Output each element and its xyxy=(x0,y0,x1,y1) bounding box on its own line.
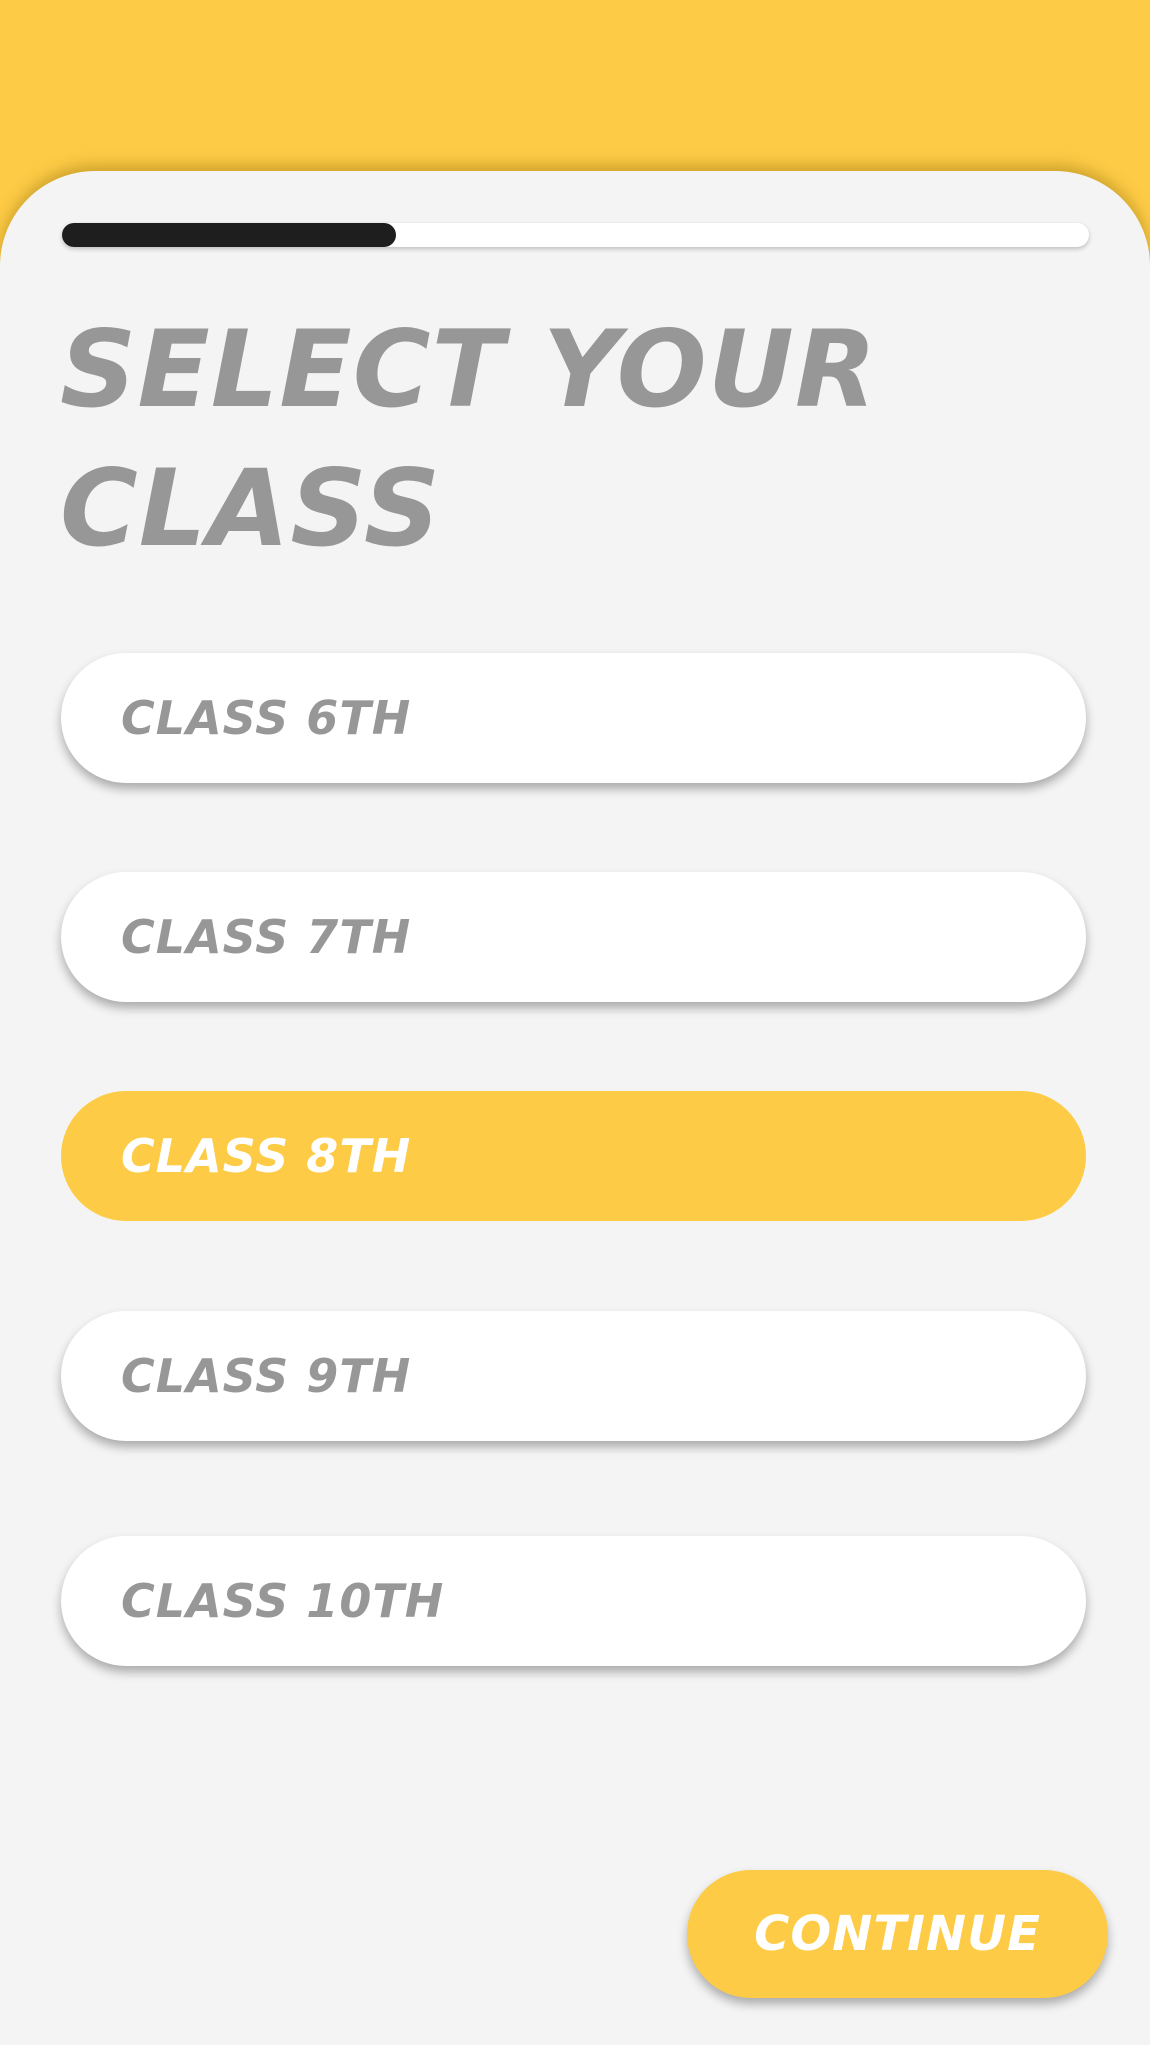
class-option-10th[interactable]: CLASS 10TH xyxy=(61,1536,1086,1666)
class-option-label: CLASS 8TH xyxy=(121,1129,412,1183)
class-option-label: CLASS 9TH xyxy=(121,1349,412,1403)
class-option-6th[interactable]: CLASS 6TH xyxy=(61,653,1086,783)
page-title: SELECT YOUR CLASS xyxy=(60,308,878,570)
progress-bar xyxy=(62,223,1089,247)
class-option-8th[interactable]: CLASS 8TH xyxy=(61,1091,1086,1221)
class-option-label: CLASS 10TH xyxy=(121,1574,445,1628)
continue-button[interactable]: CONTINUE xyxy=(687,1870,1108,1998)
progress-bar-fill xyxy=(62,223,396,247)
class-option-label: CLASS 7TH xyxy=(121,910,412,964)
class-option-9th[interactable]: CLASS 9TH xyxy=(61,1311,1086,1441)
continue-button-label: CONTINUE xyxy=(754,1906,1041,1962)
class-option-label: CLASS 6TH xyxy=(121,691,412,745)
class-option-7th[interactable]: CLASS 7TH xyxy=(61,872,1086,1002)
